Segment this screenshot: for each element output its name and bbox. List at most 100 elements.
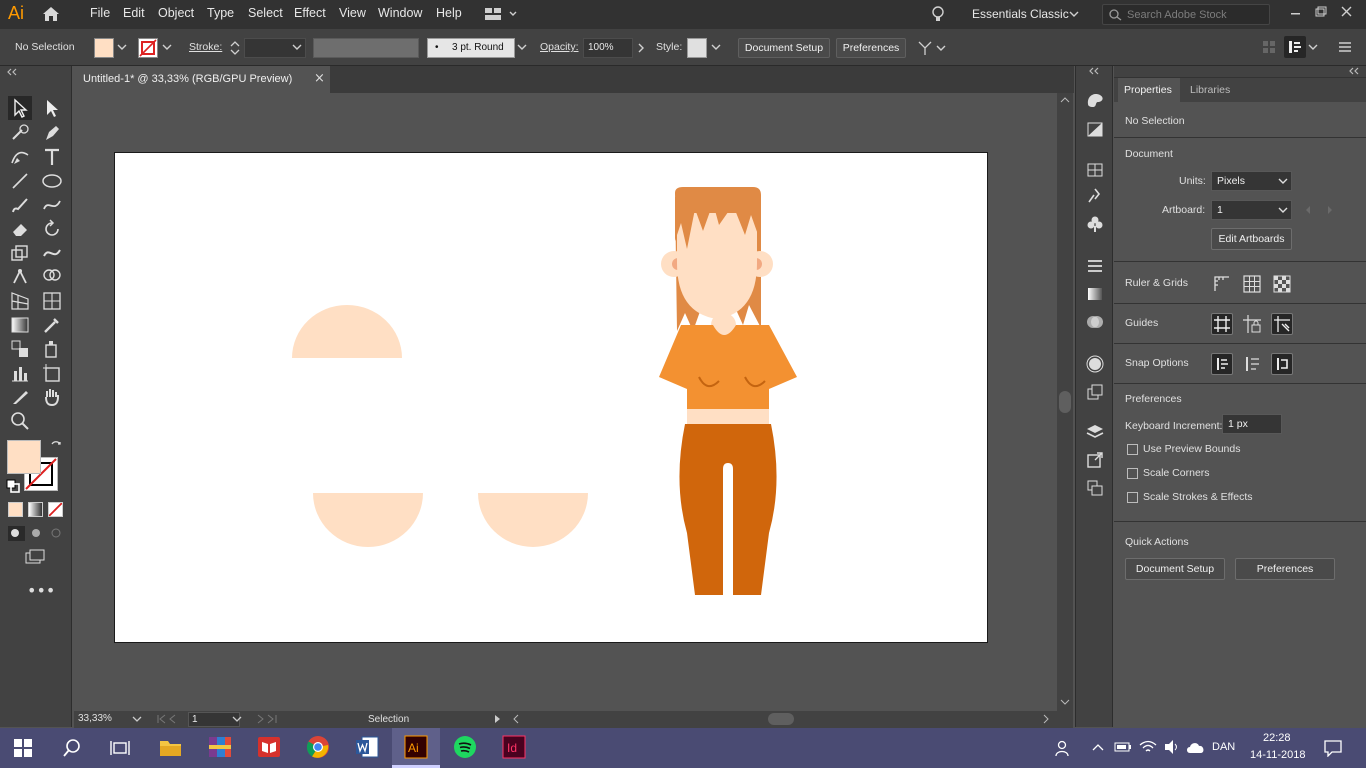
more-tools-icon[interactable]: •••: [27, 581, 55, 600]
chrome-icon[interactable]: [306, 735, 330, 759]
scroll-left-icon[interactable]: [512, 714, 520, 724]
symbols-icon[interactable]: [1085, 214, 1105, 234]
color-guide-icon[interactable]: [1085, 119, 1105, 139]
gradient-mode-icon[interactable]: [28, 502, 43, 517]
chevron-down-icon[interactable]: [117, 43, 127, 51]
onedrive-cloud-icon[interactable]: [1186, 739, 1206, 755]
screen-mode-icon[interactable]: [24, 548, 48, 566]
menu-effect[interactable]: Effect: [294, 6, 326, 20]
paintbrush-tool-icon[interactable]: [8, 193, 32, 217]
restore-icon[interactable]: [1314, 5, 1328, 19]
next-artboard-icon[interactable]: [1326, 205, 1334, 215]
menu-file[interactable]: File: [90, 6, 110, 20]
gradient-panel-icon[interactable]: [1085, 284, 1105, 304]
battery-icon[interactable]: [1114, 740, 1132, 754]
eraser-tool-icon[interactable]: [8, 217, 32, 241]
color-panel-icon[interactable]: [1085, 90, 1105, 110]
taskbar-search-icon[interactable]: [62, 738, 82, 758]
grid-icon[interactable]: [1241, 273, 1263, 295]
opacity-field[interactable]: 100%: [583, 38, 633, 58]
spotify-icon[interactable]: [453, 735, 477, 759]
tray-chevron-up-icon[interactable]: [1092, 743, 1104, 751]
type-tool-icon[interactable]: [40, 145, 64, 169]
smart-guides-icon[interactable]: [1271, 313, 1293, 335]
show-guides-icon[interactable]: [1211, 313, 1233, 335]
last-artboard-icon[interactable]: [256, 714, 284, 724]
scale-corners-checkbox[interactable]: [1127, 468, 1138, 479]
brushes-icon[interactable]: [1085, 186, 1105, 206]
appearance-icon[interactable]: [1085, 354, 1105, 374]
menu-edit[interactable]: Edit: [123, 6, 145, 20]
graphic-styles-icon[interactable]: [1085, 382, 1105, 402]
wifi-icon[interactable]: [1139, 739, 1157, 755]
document-setup-button[interactable]: Document Setup: [738, 38, 830, 58]
menu-view[interactable]: View: [339, 6, 366, 20]
chevron-down-icon[interactable]: [292, 43, 302, 51]
keyboard-increment-field[interactable]: 1 px: [1222, 414, 1282, 434]
menu-select[interactable]: Select: [248, 6, 283, 20]
chevron-down-icon[interactable]: [232, 716, 242, 723]
blend-tool-icon[interactable]: [8, 337, 32, 361]
edit-artboards-button[interactable]: Edit Artboards: [1211, 228, 1292, 250]
graphic-style-swatch[interactable]: [687, 38, 707, 58]
puppet-warp-tool-icon[interactable]: [8, 265, 32, 289]
status-play-icon[interactable]: [494, 714, 502, 724]
transparency-icon[interactable]: [1085, 312, 1105, 332]
opacity-label[interactable]: Opacity:: [540, 41, 579, 53]
quick-document-setup-button[interactable]: Document Setup: [1125, 558, 1225, 580]
gradient-tool-icon[interactable]: [8, 313, 32, 337]
hand-tool-icon[interactable]: [40, 385, 64, 409]
panel-menu-icon[interactable]: [1338, 40, 1352, 54]
default-fill-stroke-icon[interactable]: [6, 479, 20, 493]
magic-wand-icon[interactable]: [8, 121, 32, 145]
column-graph-tool-icon[interactable]: [8, 361, 32, 385]
vertical-scrollbar[interactable]: [1057, 93, 1073, 711]
clock-time[interactable]: 22:28: [1263, 732, 1291, 744]
symbol-sprayer-tool-icon[interactable]: [40, 337, 64, 361]
task-view-icon[interactable]: [110, 738, 130, 758]
pen-tool-icon[interactable]: [40, 121, 64, 145]
zoom-level[interactable]: 33,33%: [78, 713, 112, 724]
swap-fill-stroke-icon[interactable]: [49, 439, 63, 453]
artboard-tool-icon[interactable]: [40, 361, 64, 385]
color-mode-icon[interactable]: [8, 502, 23, 517]
zoom-tool-icon[interactable]: [8, 409, 32, 433]
rotate-tool-icon[interactable]: [40, 217, 64, 241]
quick-preferences-button[interactable]: Preferences: [1235, 558, 1335, 580]
chevron-down-icon[interactable]: [1069, 10, 1079, 18]
arrange-documents-icon[interactable]: [484, 7, 518, 21]
chevron-down-icon[interactable]: [517, 43, 527, 51]
use-preview-bounds-label[interactable]: Use Preview Bounds: [1143, 443, 1240, 455]
word-icon[interactable]: [355, 735, 379, 759]
ellipse-tool-icon[interactable]: [40, 169, 64, 193]
snap-to-point-icon[interactable]: [1211, 353, 1233, 375]
direct-selection-tool-icon[interactable]: [40, 96, 64, 120]
notifications-icon[interactable]: [1324, 739, 1342, 757]
scroll-thumb[interactable]: [1059, 391, 1071, 413]
chevron-right-icon[interactable]: [637, 43, 645, 53]
ruler-icon[interactable]: [1211, 273, 1233, 295]
brush-definition[interactable]: • 3 pt. Round: [427, 38, 515, 58]
scale-tool-icon[interactable]: [8, 241, 32, 265]
curvature-tool-icon[interactable]: [8, 145, 32, 169]
fill-color-box[interactable]: [7, 440, 41, 474]
tab-properties[interactable]: Properties: [1118, 78, 1180, 102]
document-tab[interactable]: Untitled-1* @ 33,33% (RGB/GPU Preview) ×: [74, 66, 330, 93]
first-artboard-icon[interactable]: [156, 714, 184, 724]
preferences-button[interactable]: Preferences: [836, 38, 906, 58]
chevron-down-icon[interactable]: [1308, 43, 1318, 51]
shape-builder-tool-icon[interactable]: [40, 265, 64, 289]
people-icon[interactable]: [1054, 739, 1072, 757]
illustrator-taskbar-button[interactable]: Ai: [392, 728, 440, 768]
scroll-right-icon[interactable]: [1042, 714, 1050, 724]
lock-guides-icon[interactable]: [1241, 313, 1263, 335]
drawing-modes[interactable]: [7, 524, 65, 542]
collapse-panel-icon[interactable]: [1088, 67, 1102, 75]
align-grid-icon[interactable]: [1262, 40, 1276, 54]
perspective-grid-tool-icon[interactable]: [8, 289, 32, 313]
stroke-swatch[interactable]: [138, 38, 158, 58]
stroke-stepper-icon[interactable]: [228, 38, 242, 58]
units-select[interactable]: Pixels: [1211, 171, 1292, 191]
artboard[interactable]: [114, 152, 988, 643]
scroll-down-icon[interactable]: [1060, 699, 1070, 705]
